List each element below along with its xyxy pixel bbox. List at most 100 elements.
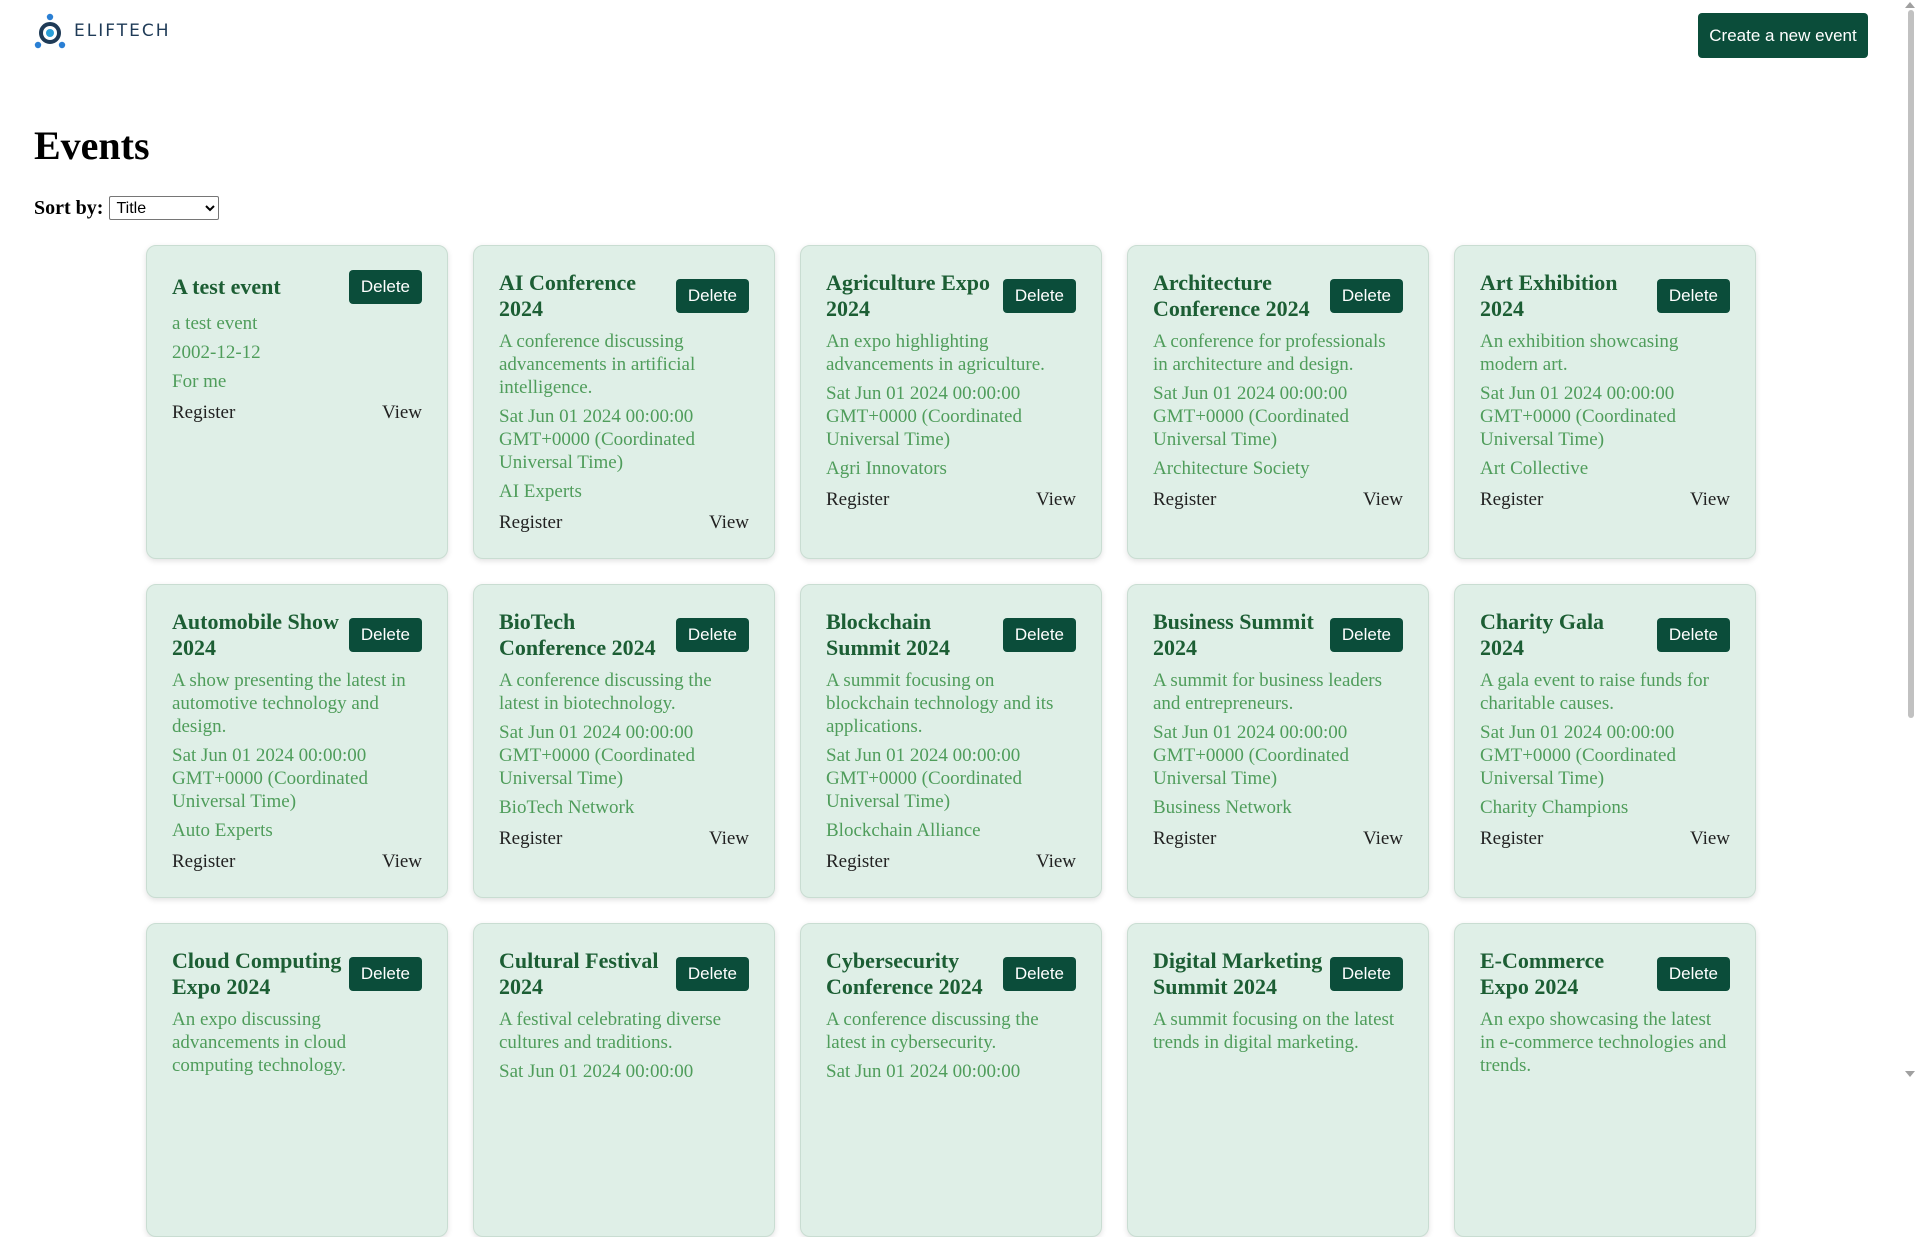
delete-event-button[interactable]: Delete [675, 957, 749, 991]
event-description: An expo discussing advancements in cloud… [172, 1009, 347, 1076]
scroll-up-arrow-icon[interactable] [1905, 2, 1915, 8]
event-date: Sat Jun 01 2024 00:00:00 [826, 1061, 1021, 1082]
view-link[interactable]: View [1036, 488, 1076, 512]
page-title: Events [34, 123, 150, 168]
event-card-header: Cybersecurity Conference 2024 Delete [826, 948, 1076, 1000]
event-organizer: Charity Champions [1480, 797, 1629, 818]
delete-event-button[interactable]: Delete [1002, 957, 1076, 991]
event-date: Sat Jun 01 2024 00:00:00 GMT+0000 (Coord… [826, 383, 1022, 450]
register-link[interactable]: Register [1480, 827, 1543, 851]
event-card-header: Automobile Show 2024 Delete [172, 609, 422, 661]
event-card-actions: Register View [172, 850, 422, 874]
delete-event-button[interactable]: Delete [675, 618, 749, 652]
event-card-actions: Register View [826, 850, 1076, 874]
event-card-header: A test event Delete [172, 270, 422, 304]
delete-event-button[interactable]: Delete [1656, 618, 1730, 652]
delete-event-button[interactable]: Delete [348, 957, 422, 991]
logo[interactable]: ELIFTECH [34, 12, 170, 50]
event-description: A conference discussing the latest in bi… [499, 670, 712, 714]
event-title: Charity Gala 2024 [1480, 609, 1605, 660]
event-date: Sat Jun 01 2024 00:00:00 GMT+0000 (Coord… [826, 745, 1022, 812]
delete-event-button[interactable]: Delete [1329, 279, 1403, 313]
view-link[interactable]: View [1036, 850, 1076, 874]
view-link[interactable]: View [382, 850, 422, 874]
event-card: Cybersecurity Conference 2024 Delete A con… [800, 923, 1102, 1237]
event-description: A festival celebrating diverse cultures … [499, 1009, 722, 1053]
register-link[interactable]: Register [826, 488, 889, 512]
view-link[interactable]: View [382, 401, 422, 425]
event-organizer: Business Network [1153, 797, 1292, 818]
view-link[interactable]: View [709, 511, 749, 535]
view-link[interactable]: View [1363, 827, 1403, 851]
event-card-actions: Register View [499, 511, 749, 535]
event-date: Sat Jun 01 2024 00:00:00 GMT+0000 (Coord… [172, 745, 368, 812]
event-date: Sat Jun 01 2024 00:00:00 GMT+0000 (Coord… [499, 406, 695, 473]
event-card-header: Cloud Computing Expo 2024 Delete [172, 948, 422, 1000]
delete-event-button[interactable]: Delete [348, 618, 422, 652]
event-title: A test event [172, 274, 281, 299]
event-card: Cultural Festival 2024 Delete A festival c… [473, 923, 775, 1237]
event-card-header: Blockchain Summit 2024 Delete [826, 609, 1076, 661]
register-link[interactable]: Register [1480, 488, 1543, 512]
event-description: A conference for professionals in archit… [1153, 331, 1386, 375]
register-link[interactable]: Register [499, 827, 562, 851]
event-card-header: BioTech Conference 2024 Delete [499, 609, 749, 661]
event-card: E-Commerce Expo 2024 Delete An expo showca… [1454, 923, 1756, 1237]
delete-event-button[interactable]: Delete [675, 279, 749, 313]
event-description: An expo showcasing the latest in e-comme… [1480, 1009, 1727, 1076]
vertical-scrollbar[interactable] [1902, 0, 1919, 1079]
create-event-button[interactable]: Create a new event [1698, 13, 1868, 58]
event-card-header: Business Summit 2024 Delete [1153, 609, 1403, 661]
register-link[interactable]: Register [1153, 488, 1216, 512]
scroll-down-arrow-icon[interactable] [1905, 1071, 1915, 1077]
event-date: Sat Jun 01 2024 00:00:00 GMT+0000 (Coord… [1480, 722, 1676, 789]
event-title: Cybersecurity Conference 2024 [826, 948, 983, 999]
event-title: Digital Marketing Summit 2024 [1153, 948, 1323, 999]
register-link[interactable]: Register [499, 511, 562, 535]
event-card-header: E-Commerce Expo 2024 Delete [1480, 948, 1730, 1000]
event-description: A show presenting the latest in automoti… [172, 670, 406, 737]
delete-event-button[interactable]: Delete [1002, 618, 1076, 652]
delete-event-button[interactable]: Delete [1656, 279, 1730, 313]
event-title: Blockchain Summit 2024 [826, 609, 951, 660]
event-card-actions: Register View [172, 401, 422, 425]
event-date: Sat Jun 01 2024 00:00:00 GMT+0000 (Coord… [1153, 722, 1349, 789]
event-title: Business Summit 2024 [1153, 609, 1314, 660]
register-link[interactable]: Register [1153, 827, 1216, 851]
register-link[interactable]: Register [172, 401, 235, 425]
scrollbar-thumb[interactable] [1908, 10, 1914, 718]
event-description: A conference discussing advancements in … [499, 331, 696, 398]
event-card: Charity Gala 2024 Delete A gala event to r… [1454, 584, 1756, 898]
view-link[interactable]: View [1363, 488, 1403, 512]
event-card: BioTech Conference 2024 Delete A conferenc… [473, 584, 775, 898]
register-link[interactable]: Register [826, 850, 889, 874]
event-card-actions: Register View [1153, 827, 1403, 851]
delete-event-button[interactable]: Delete [348, 270, 422, 304]
event-title: Agriculture Expo 2024 [826, 270, 990, 321]
view-link[interactable]: View [709, 827, 749, 851]
delete-event-button[interactable]: Delete [1656, 957, 1730, 991]
delete-event-button[interactable]: Delete [1002, 279, 1076, 313]
event-title: E-Commerce Expo 2024 [1480, 948, 1605, 999]
event-card-actions: Register View [499, 827, 749, 851]
event-title: AI Conference 2024 [499, 270, 637, 321]
event-card-actions: Register View [1153, 488, 1403, 512]
event-card: Cloud Computing Expo 2024 Delete An expo d… [146, 923, 448, 1237]
view-link[interactable]: View [1690, 488, 1730, 512]
top-header: ELIFTECH Create a new event [0, 0, 1900, 70]
event-description: A summit for business leaders and entrep… [1153, 670, 1383, 714]
sort-controls: Sort by: Title [34, 196, 220, 220]
event-card-header: Cultural Festival 2024 Delete [499, 948, 749, 1000]
delete-event-button[interactable]: Delete [1329, 618, 1403, 652]
view-link[interactable]: View [1690, 827, 1730, 851]
event-description: An expo highlighting advancements in agr… [826, 331, 1045, 375]
event-date: Sat Jun 01 2024 00:00:00 [499, 1061, 694, 1082]
sort-select[interactable]: Title [109, 196, 220, 220]
event-date: 2002-12-12 [172, 342, 261, 363]
eliftech-logo-icon [34, 13, 66, 49]
register-link[interactable]: Register [172, 850, 235, 874]
delete-event-button[interactable]: Delete [1329, 957, 1403, 991]
event-card-actions: Register View [1480, 488, 1730, 512]
event-date: Sat Jun 01 2024 00:00:00 GMT+0000 (Coord… [1480, 383, 1676, 450]
event-card: Digital Marketing Summit 2024 Delete A sum… [1127, 923, 1429, 1237]
